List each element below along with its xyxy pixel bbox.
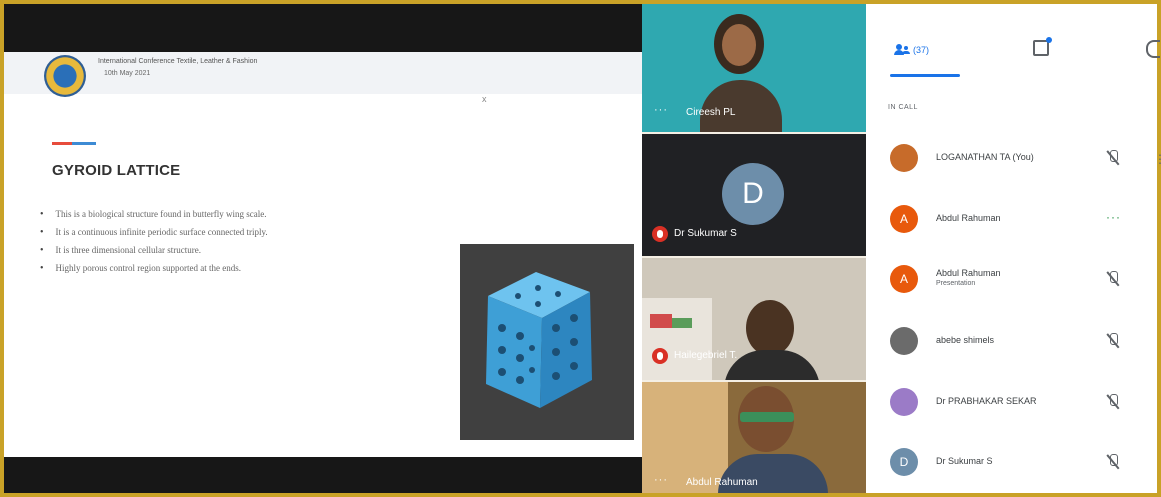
people-icon xyxy=(894,44,910,56)
participant-body xyxy=(700,80,782,132)
participant-row[interactable]: A Abdul Rahuman Presentation xyxy=(866,256,1161,306)
slide-letterbox-top xyxy=(4,4,642,52)
active-tab-indicator xyxy=(890,74,960,77)
participant-avatar: A xyxy=(890,265,918,293)
slide-letterbox-bottom xyxy=(4,457,642,493)
participant-row[interactable]: A Abdul Rahuman ··· xyxy=(866,196,1161,246)
participant-avatar: D xyxy=(890,448,918,476)
participant-name: Abdul Rahuman xyxy=(936,213,1001,223)
participant-name-label: Hailegebriel T. xyxy=(674,350,738,361)
slide-bullet: Highly porous control region supported a… xyxy=(40,261,268,279)
in-call-section-label: IN CALL xyxy=(888,104,918,111)
slide-title: GYROID LATTICE xyxy=(52,162,181,179)
participant-row[interactable]: Dr PRABHAKAR SEKAR xyxy=(866,379,1161,429)
slide-mark: x xyxy=(482,94,487,104)
chat-icon[interactable] xyxy=(1033,37,1052,56)
participant-name-label: Cireesh PL xyxy=(686,107,736,118)
conference-name: International Conference Textile, Leathe… xyxy=(98,58,258,65)
slide-bullet: It is three dimensional cellular structu… xyxy=(40,243,268,261)
conference-logo xyxy=(44,55,86,97)
slide-bullet: This is a biological structure found in … xyxy=(40,207,268,225)
participant-name-label: Dr Sukumar S xyxy=(674,228,737,239)
video-tile[interactable]: Hailegebriel T. xyxy=(642,258,866,380)
eyeglasses xyxy=(740,412,794,422)
mic-off-icon xyxy=(1106,394,1120,410)
conference-date: 10th May 2021 xyxy=(104,70,151,77)
participant-face xyxy=(746,300,794,356)
more-options-icon[interactable]: ⋮ xyxy=(1154,152,1161,166)
participant-subtitle: Presentation xyxy=(936,280,976,287)
mic-off-icon xyxy=(652,348,668,364)
slide-bullet: It is a continuous infinite periodic sur… xyxy=(40,225,268,243)
participant-name: Dr PRABHAKAR SEKAR xyxy=(936,396,1037,406)
participant-body xyxy=(724,350,820,380)
video-tile[interactable]: ··· Abdul Rahuman xyxy=(642,382,866,493)
activities-icon[interactable] xyxy=(1146,40,1160,58)
tab-people[interactable]: (37) xyxy=(894,44,929,56)
participant-avatar xyxy=(890,327,918,355)
participant-name: Dr Sukumar S xyxy=(936,456,993,466)
participant-avatar: D xyxy=(722,163,784,225)
gyroid-cube-figure xyxy=(486,272,592,408)
background-object xyxy=(650,314,672,328)
mic-off-icon xyxy=(652,226,668,242)
speaking-indicator-icon: ··· xyxy=(1106,210,1121,224)
mic-off-icon xyxy=(1106,333,1120,349)
participant-name-label: Abdul Rahuman xyxy=(686,477,758,488)
video-tile[interactable]: ··· Cireesh PL xyxy=(642,4,866,132)
participant-name: abebe shimels xyxy=(936,335,995,345)
mic-off-icon xyxy=(1106,150,1120,166)
participant-face xyxy=(722,24,756,66)
title-accent-line xyxy=(52,142,96,145)
participant-name: LOGANATHAN TA (You) xyxy=(936,152,1034,162)
more-options-icon[interactable]: ··· xyxy=(654,474,668,486)
more-options-icon[interactable]: ··· xyxy=(654,104,668,116)
participant-row[interactable]: D Dr Sukumar S xyxy=(866,439,1161,489)
slide-bullet-list: This is a biological structure found in … xyxy=(40,207,268,279)
participant-avatar xyxy=(890,388,918,416)
participant-avatar xyxy=(890,144,918,172)
participant-avatar: A xyxy=(890,205,918,233)
mic-off-icon xyxy=(1106,454,1120,470)
participant-row[interactable]: abebe shimels xyxy=(866,318,1161,368)
background-shelf xyxy=(642,298,712,380)
participant-name: Abdul Rahuman xyxy=(936,268,1001,278)
participant-row[interactable]: LOGANATHAN TA (You) ⋮ xyxy=(866,135,1161,185)
people-count: (37) xyxy=(913,45,930,55)
background-object xyxy=(672,318,692,328)
mic-off-icon xyxy=(1106,271,1120,287)
